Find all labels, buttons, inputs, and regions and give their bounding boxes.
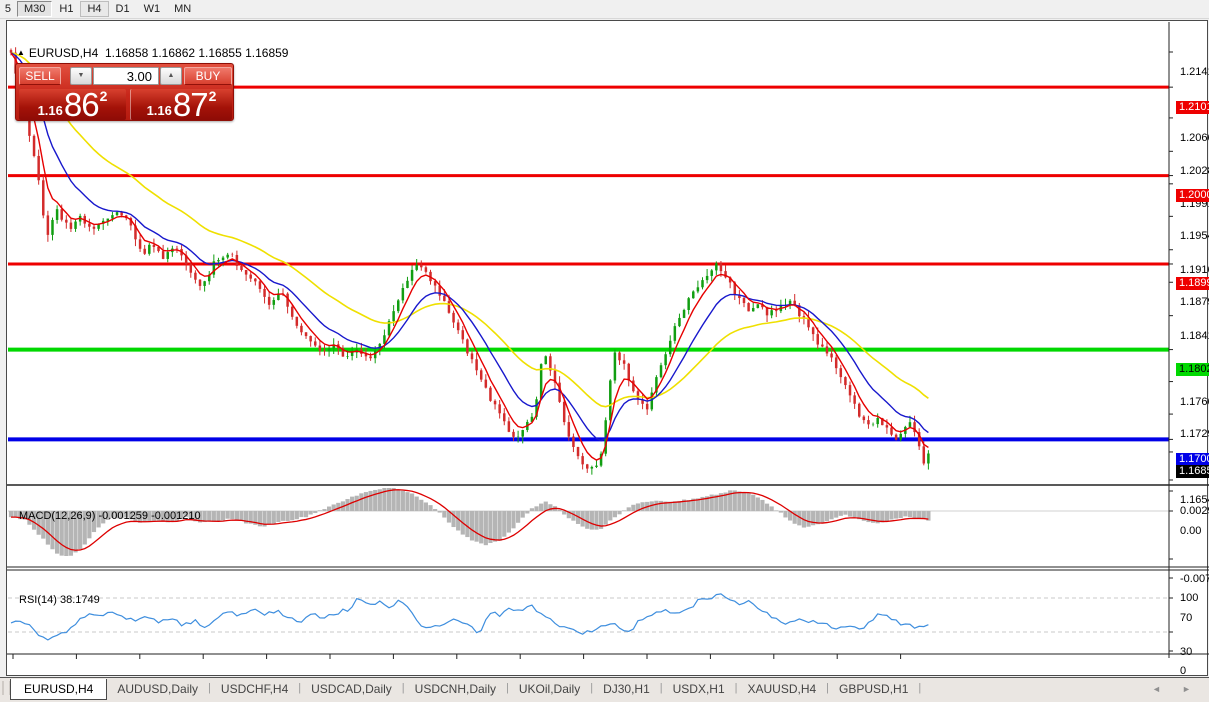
rsi-label: RSI(14) 38.1749 — [19, 594, 100, 606]
chart-tab-gbpusd-h1[interactable]: GBPUSD,H1 — [829, 679, 918, 698]
price-axis-tick: 1.21410 — [1180, 66, 1209, 78]
one-click-trading-panel: SELL ▼ 3.00 ▲ BUY 1.16862 1.16872 — [15, 63, 234, 121]
tab-scroll-left-icon[interactable]: ◄ — [1152, 684, 1161, 694]
chart-tab-bar: EURUSD,H4AUDUSD,Daily|USDCHF,H4|USDCAD,D… — [0, 677, 1209, 702]
price-axis-badge-1.18998: 1.18998 — [1176, 277, 1209, 290]
timeframe-button-h1[interactable]: H1 — [52, 1, 80, 17]
title-marker-icon: ▲ — [17, 48, 25, 57]
price-axis-badge-1.20004: 1.20004 — [1176, 189, 1209, 202]
price-axis-tick: 1.18790 — [1180, 296, 1209, 308]
volume-input[interactable]: 3.00 — [93, 67, 159, 85]
buy-button[interactable]: BUY — [184, 67, 232, 85]
buy-price-prefix: 1.16 — [147, 102, 172, 119]
chart-symbol-period: EURUSD,H4 — [29, 46, 98, 60]
sell-price-sup: 2 — [100, 90, 108, 102]
timeframe-button-h4[interactable]: H4 — [80, 1, 108, 17]
chart-quote-line: 1.16858 1.16862 1.16855 1.16859 — [105, 46, 289, 60]
sell-button[interactable]: SELL — [19, 67, 61, 85]
chart-tab-dj30-h1[interactable]: DJ30,H1 — [593, 679, 660, 698]
timeframe-button-m30[interactable]: M30 — [17, 1, 52, 17]
macd-axis-tick: 0.00 — [1180, 525, 1209, 537]
volume-decrease-button[interactable]: ▼ — [70, 67, 92, 85]
volume-increase-button[interactable]: ▲ — [160, 67, 182, 85]
chart-tab-audusd-daily[interactable]: AUDUSD,Daily — [107, 679, 208, 698]
chart-tab-usdcad-daily[interactable]: USDCAD,Daily — [301, 679, 402, 698]
price-axis-tick: 1.19160 — [1180, 264, 1209, 276]
price-axis-badge-1.18024: 1.18024 — [1176, 363, 1209, 376]
price-axis-badge-1.17002: 1.17002 — [1176, 453, 1209, 466]
chart-tab-usdx-h1[interactable]: USDX,H1 — [663, 679, 735, 698]
sell-price-big: 86 — [64, 90, 99, 119]
timeframe-button-5[interactable]: 5 — [0, 1, 14, 17]
chart-tab-usdchf-h4[interactable]: USDCHF,H4 — [211, 679, 298, 698]
chart-window: ▲ EURUSD,H4 1.16858 1.16862 1.16855 1.168… — [6, 20, 1208, 676]
macd-axis-tick: 0.002947 — [1180, 505, 1209, 517]
chart-tab-xauusd-h4[interactable]: XAUUSD,H4 — [737, 679, 826, 698]
rsi-axis-tick: 0 — [1180, 665, 1209, 677]
chart-tab-usdcnh-daily[interactable]: USDCNH,Daily — [405, 679, 506, 698]
price-axis-badge-1.21010: 1.21010 — [1176, 101, 1209, 114]
tab-scroll-right-icon[interactable]: ► — [1182, 684, 1191, 694]
rsi-axis-tick: 30 — [1180, 646, 1209, 658]
timeframe-button-mn[interactable]: MN — [167, 1, 198, 17]
chart-tab-ukoil-daily[interactable]: UKOil,Daily — [509, 679, 590, 698]
buy-price-button[interactable]: 1.16872 — [130, 89, 232, 120]
price-axis-tick: 1.18410 — [1180, 330, 1209, 342]
tab-separator: | — [918, 679, 921, 694]
price-axis-badge-1.16859: 1.16859 — [1176, 465, 1209, 478]
trading-terminal: 5M30H1H4D1W1MN ▲ EURUSD,H4 1.16858 1.1686… — [0, 0, 1209, 702]
chart-title: ▲ EURUSD,H4 1.16858 1.16862 1.16855 1.168… — [17, 46, 288, 60]
price-axis-tick: 1.17290 — [1180, 428, 1209, 440]
price-axis-tick: 1.20660 — [1180, 132, 1209, 144]
timeframe-button-w1[interactable]: W1 — [137, 1, 168, 17]
rsi-axis-tick: 70 — [1180, 612, 1209, 624]
price-axis-tick: 1.17660 — [1180, 396, 1209, 408]
sell-price-prefix: 1.16 — [38, 102, 63, 119]
sell-price-button[interactable]: 1.16862 — [19, 89, 126, 120]
price-axis-tick: 1.20280 — [1180, 165, 1209, 177]
buy-price-big: 87 — [173, 90, 208, 119]
macd-label: MACD(12,26,9) -0.001259 -0.001210 — [19, 510, 201, 522]
timeframe-button-d1[interactable]: D1 — [109, 1, 137, 17]
chart-tab-eurusd-h4[interactable]: EURUSD,H4 — [10, 679, 107, 700]
rsi-pane — [8, 594, 1169, 640]
timeframe-toolbar: 5M30H1H4D1W1MN — [0, 0, 1209, 19]
buy-price-sup: 2 — [209, 90, 217, 102]
price-axis-tick: 1.19540 — [1180, 230, 1209, 242]
macd-axis-tick: -0.00715 — [1180, 573, 1209, 585]
rsi-axis-tick: 100 — [1180, 592, 1209, 604]
